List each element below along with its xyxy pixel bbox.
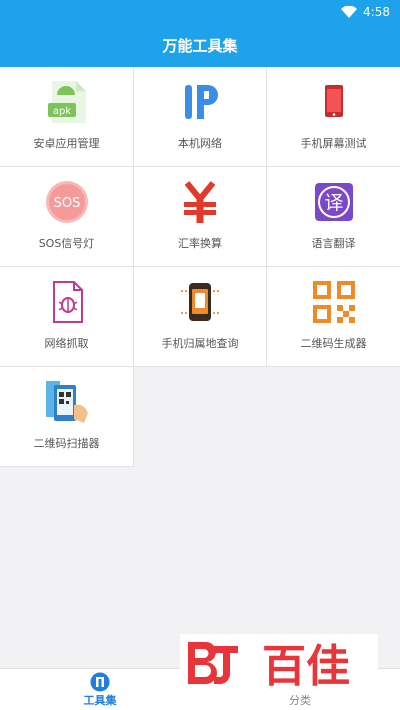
svg-text:apk: apk <box>52 106 70 117</box>
tool-label: 二维码生成器 <box>300 337 367 350</box>
tool-label: 二维码扫描器 <box>33 437 100 450</box>
tool-phone-location[interactable]: 手机归属地查询 <box>134 267 267 367</box>
sos-icon: SOS <box>44 179 90 225</box>
tool-label: SOS信号灯 <box>38 237 95 250</box>
nav-tab-toolbox[interactable]: 工具集 <box>0 669 200 710</box>
svg-text:SOS: SOS <box>53 196 80 211</box>
tool-translate[interactable]: 译 语言翻译 <box>267 167 400 267</box>
watermark-logo: 百佳 <box>180 634 378 690</box>
toolbox-icon <box>90 672 110 691</box>
phone-location-icon <box>177 279 223 325</box>
tool-qr-generator[interactable]: 二维码生成器 <box>267 267 400 367</box>
yen-icon <box>177 179 223 225</box>
phone-screen-icon <box>311 79 357 125</box>
tool-app-manager[interactable]: apk 安卓应用管理 <box>0 67 134 167</box>
translate-icon: 译 <box>311 179 357 225</box>
qr-scan-icon <box>44 379 90 425</box>
svg-text:译: 译 <box>324 192 343 214</box>
svg-text:百佳: 百佳 <box>262 641 350 690</box>
apk-file-icon: apk <box>44 79 90 125</box>
watermark-logo-icon: 百佳 <box>188 641 350 690</box>
tool-label: 手机屏幕测试 <box>300 137 367 150</box>
tool-label: 汇率换算 <box>178 237 222 250</box>
tool-label: 安卓应用管理 <box>33 137 100 150</box>
page-title: 万能工具集 <box>162 37 238 55</box>
tool-local-network[interactable]: 本机网络 <box>134 67 267 167</box>
nav-tab-label: 工具集 <box>83 693 117 707</box>
wifi-icon <box>341 6 358 18</box>
bug-file-icon <box>44 279 90 325</box>
tool-screen-test[interactable]: 手机屏幕测试 <box>267 67 400 167</box>
tool-qr-scanner[interactable]: 二维码扫描器 <box>0 367 134 467</box>
tool-label: 本机网络 <box>178 137 222 150</box>
ip-icon <box>177 79 223 125</box>
qr-code-icon <box>311 279 357 325</box>
tool-sos-light[interactable]: SOS SOS信号灯 <box>0 167 134 267</box>
nav-tab-label: 分类 <box>289 693 311 707</box>
tool-currency-exchange[interactable]: 汇率换算 <box>134 167 267 267</box>
status-bar: 4:58 <box>0 0 400 24</box>
tool-grid: apk 安卓应用管理 本机网络 手机屏幕测试 SOS SOS信号灯 汇率换算 译… <box>0 67 400 467</box>
tool-label: 网络抓取 <box>44 337 89 350</box>
app-bar: 万能工具集 <box>0 24 400 67</box>
tool-label: 语言翻译 <box>311 237 356 250</box>
tool-packet-capture[interactable]: 网络抓取 <box>0 267 134 367</box>
tool-label: 手机归属地查询 <box>161 337 239 350</box>
status-time: 4:58 <box>363 5 390 19</box>
